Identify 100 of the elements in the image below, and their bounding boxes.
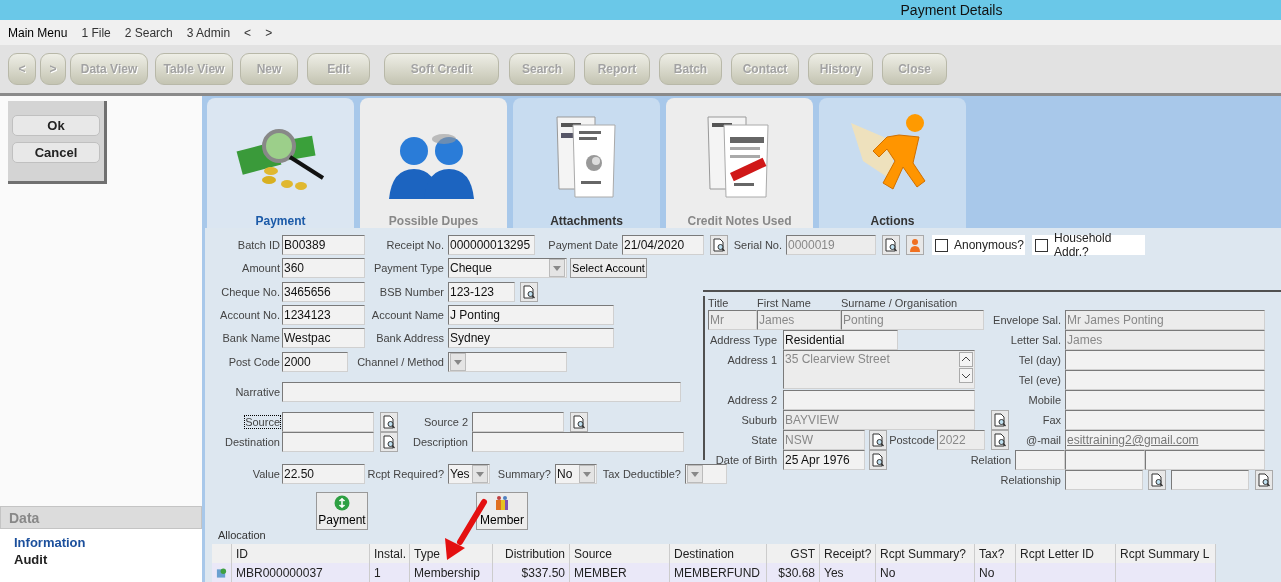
column-header[interactable]: Rcpt Letter ID (1016, 544, 1116, 563)
checkbox[interactable] (935, 238, 948, 252)
column-header[interactable]: Destination (670, 544, 767, 563)
dropdown-arrow-icon (691, 471, 699, 477)
lookup-button[interactable] (882, 235, 900, 255)
tab[interactable]: Attachments (513, 98, 660, 228)
field-label: Envelope Sal. (993, 314, 1061, 326)
text-field[interactable]: 360 (282, 258, 365, 278)
lookup-button[interactable] (380, 412, 398, 432)
dialog-button[interactable]: Ok (12, 115, 100, 136)
text-field[interactable] (1065, 370, 1265, 390)
text-field[interactable]: 1234123 (282, 305, 365, 325)
field-label: Description (412, 436, 468, 448)
text-field[interactable]: 21/04/2020 (622, 235, 704, 255)
dropdown-arrow-icon (454, 359, 462, 365)
menu-item[interactable]: Main Menu (8, 25, 68, 40)
select-account-button[interactable]: Select Account (570, 258, 647, 278)
lookup-button[interactable] (570, 412, 588, 432)
lookup-button[interactable] (520, 282, 538, 302)
dropdown[interactable]: Yes (448, 464, 490, 484)
document-search-icon (382, 435, 396, 449)
dropdown[interactable]: No (555, 464, 597, 484)
text-field[interactable]: Residential (783, 330, 898, 350)
tab[interactable]: Payment (207, 98, 354, 228)
text-field[interactable] (1065, 450, 1145, 470)
column-header[interactable]: ID (232, 544, 370, 563)
menu-item[interactable]: < (244, 25, 252, 40)
column-header[interactable]: Rcpt Summary? (876, 544, 975, 563)
document-search-icon (871, 433, 885, 447)
field-label: Address Type (709, 334, 777, 346)
table-cell: No (876, 563, 975, 582)
field-label: State (751, 434, 777, 446)
tab[interactable]: Actions (819, 98, 966, 228)
email-field[interactable]: esittraining2@gmail.com (1065, 430, 1265, 450)
lookup-button[interactable] (710, 235, 728, 255)
checkbox-label: Anonymous? (954, 238, 1025, 252)
add-person-button[interactable] (906, 235, 924, 255)
text-field[interactable] (282, 382, 681, 402)
lookup-button[interactable] (991, 410, 1009, 430)
text-field[interactable] (1065, 350, 1265, 370)
table-cell: MEMBER (570, 563, 670, 582)
dropdown[interactable]: Cheque (448, 258, 567, 278)
text-field[interactable]: 2000 (282, 352, 348, 372)
action-button[interactable]: Member (476, 492, 528, 530)
text-field[interactable] (282, 412, 374, 432)
dropdown[interactable] (685, 464, 727, 484)
column-header[interactable]: Source (570, 544, 670, 563)
lookup-button[interactable] (869, 430, 887, 450)
text-field[interactable]: 3465656 (282, 282, 365, 302)
text-field[interactable] (1015, 450, 1065, 470)
section-label: Allocation (218, 529, 266, 541)
record-icon (216, 566, 227, 579)
dialog-button[interactable]: Cancel (12, 142, 100, 163)
text-field[interactable] (1065, 390, 1265, 410)
sidebar-item[interactable]: Information (14, 535, 86, 550)
text-field[interactable]: B00389 (282, 235, 365, 255)
text-field[interactable]: J Ponting (448, 305, 614, 325)
text-field[interactable] (472, 432, 684, 452)
lookup-button[interactable] (869, 450, 887, 470)
field-label: Value (252, 468, 280, 480)
text-field[interactable] (1065, 470, 1143, 490)
text-field[interactable]: Sydney (448, 328, 614, 348)
action-button[interactable]: Payment (316, 492, 368, 530)
lookup-button[interactable] (991, 430, 1009, 450)
text-field[interactable] (1145, 450, 1265, 470)
dropdown[interactable] (448, 352, 567, 372)
text-field[interactable] (472, 412, 564, 432)
column-header[interactable]: Receipt? (820, 544, 876, 563)
lookup-button[interactable] (1148, 470, 1166, 490)
field-label: Tax Deductible? (602, 468, 681, 480)
menu-item[interactable]: 1 File (81, 25, 111, 40)
lookup-button[interactable] (1255, 470, 1273, 490)
column-header[interactable]: Instal. (370, 544, 410, 563)
column-header[interactable]: Distribution (493, 544, 570, 563)
text-field[interactable] (1171, 470, 1249, 490)
text-field[interactable]: 25 Apr 1976 (783, 450, 865, 470)
field-label: Serial No. (733, 239, 782, 251)
field-label: Postcode (889, 434, 935, 446)
sidebar-item[interactable]: Audit (14, 552, 48, 567)
text-field[interactable]: 000000013295 (448, 235, 535, 255)
text-field[interactable]: 22.50 (282, 464, 365, 484)
field-label: Amount (242, 262, 280, 274)
text-field[interactable] (1065, 410, 1265, 430)
checkbox[interactable] (1035, 238, 1048, 252)
dropdown-arrow-icon (476, 471, 484, 477)
column-header[interactable]: Rcpt Summary L (1116, 544, 1216, 563)
menu-item[interactable]: 3 Admin (186, 25, 231, 40)
text-field[interactable]: Westpac (282, 328, 365, 348)
table-cell: $337.50 (493, 563, 570, 582)
text-field[interactable] (282, 432, 374, 452)
column-header[interactable]: Tax? (975, 544, 1016, 563)
column-header[interactable]: GST (767, 544, 820, 563)
field-label: Relation (970, 454, 1011, 466)
table-row[interactable]: MBR000000037 1 Membership $337.50 MEMBER MEMBERFUND $30.68 Yes No No (212, 563, 1216, 582)
menu-item[interactable]: 2 Search (124, 25, 173, 40)
text-field[interactable] (783, 390, 975, 410)
menu-item[interactable]: > (265, 25, 273, 40)
field-label: Batch ID (237, 239, 280, 251)
text-field[interactable]: 123-123 (448, 282, 515, 302)
lookup-button[interactable] (380, 432, 398, 452)
